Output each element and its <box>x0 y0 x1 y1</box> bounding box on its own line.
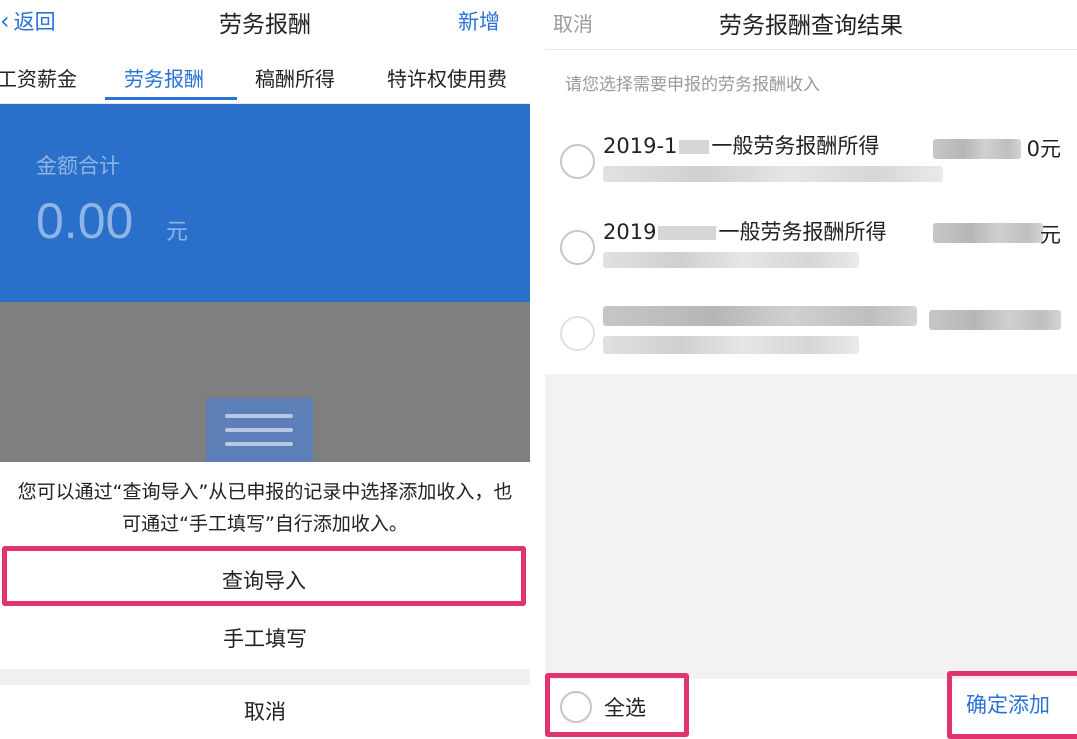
record-amount-suffix: 元 <box>1040 223 1061 247</box>
cancel-button[interactable]: 取消 <box>0 686 530 739</box>
redacted-amount <box>933 139 1021 159</box>
action-sheet-message: 您可以通过“查询导入”从已申报的记录中选择添加收入，也可通过“手工填写”自行添加… <box>17 481 513 535</box>
select-all-radio[interactable] <box>560 691 592 723</box>
record-type: 一般劳务报酬所得 <box>711 134 880 158</box>
record-title: 2019-1 一般劳务报酬所得 <box>603 130 879 160</box>
right-screen: 取消 劳务报酬查询结果 请您选择需要申报的劳务报酬收入 2019-1 一般劳务报酬… <box>545 0 1077 739</box>
nav-bar: 取消 劳务报酬查询结果 <box>545 0 1077 50</box>
divider <box>0 669 530 685</box>
page-title: 劳务报酬查询结果 <box>719 13 903 39</box>
redacted-amount <box>929 310 1061 330</box>
nav-bar: ‹ 返回 劳务报酬 新增 <box>0 0 530 48</box>
tab-salary[interactable]: 工资薪金 <box>0 63 77 92</box>
income-record[interactable]: 2019-1 一般劳务报酬所得 0元 <box>545 120 1077 206</box>
manual-fill-button[interactable]: 手工填写 <box>0 612 530 666</box>
total-amount: 0.00 <box>36 193 134 249</box>
confirm-add-label: 确定添加 <box>966 693 1050 717</box>
total-label: 金额合计 <box>36 154 120 178</box>
record-radio[interactable] <box>560 144 595 179</box>
footer-bar: 全选 确定添加 <box>545 671 1077 739</box>
tab-author-remuneration[interactable]: 稿酬所得 <box>255 63 335 92</box>
redacted-amount <box>933 223 1043 243</box>
record-date: 2019-1 <box>603 134 678 158</box>
tab-royalties[interactable]: 特许权使用费 <box>387 63 507 92</box>
redacted-block <box>658 226 717 240</box>
list-icon-line <box>225 414 293 418</box>
redacted-title <box>603 306 917 326</box>
total-unit: 元 <box>166 220 189 245</box>
page-title: 劳务报酬 <box>219 12 311 38</box>
redacted-block <box>679 140 710 154</box>
record-title: 2019 一般劳务报酬所得 <box>603 216 886 246</box>
record-amount-suffix: 0元 <box>1026 137 1061 161</box>
action-sheet: 您可以通过“查询导入”从已申报的记录中选择添加收入，也可通过“手工填写”自行添加… <box>0 462 530 739</box>
add-button[interactable]: 新增 <box>458 6 500 36</box>
redacted-company <box>603 166 943 182</box>
confirm-add-button[interactable]: 确定添加 <box>947 671 1077 739</box>
empty-area <box>545 374 1077 679</box>
tab-labor-remuneration[interactable]: 劳务报酬 <box>124 63 204 92</box>
query-import-button[interactable]: 查询导入 <box>2 546 526 606</box>
record-type: 一般劳务报酬所得 <box>718 220 887 244</box>
redacted-company <box>603 252 859 268</box>
income-record[interactable]: 2019 一般劳务报酬所得 元 <box>545 206 1077 292</box>
list-icon-line <box>225 442 293 446</box>
left-screen: ‹ 返回 劳务报酬 新增 工资薪金 劳务报酬 稿酬所得 特许权使用费 金额合计 … <box>0 0 530 739</box>
income-tabs: 工资薪金 劳务报酬 稿酬所得 特许权使用费 <box>0 48 530 104</box>
record-radio[interactable] <box>560 316 595 351</box>
record-date: 2019 <box>603 220 657 244</box>
total-banner: 金额合计 0.00 元 <box>0 104 530 302</box>
redacted-company <box>603 336 859 354</box>
list-icon-line <box>225 428 293 432</box>
select-all-toggle[interactable]: 全选 <box>545 673 689 737</box>
list-icon <box>206 398 313 462</box>
active-tab-indicator <box>105 97 237 100</box>
selection-hint: 请您选择需要申报的劳务报酬收入 <box>565 75 820 95</box>
income-record[interactable] <box>545 292 1077 378</box>
select-all-label: 全选 <box>604 696 646 720</box>
record-radio[interactable] <box>560 230 595 265</box>
